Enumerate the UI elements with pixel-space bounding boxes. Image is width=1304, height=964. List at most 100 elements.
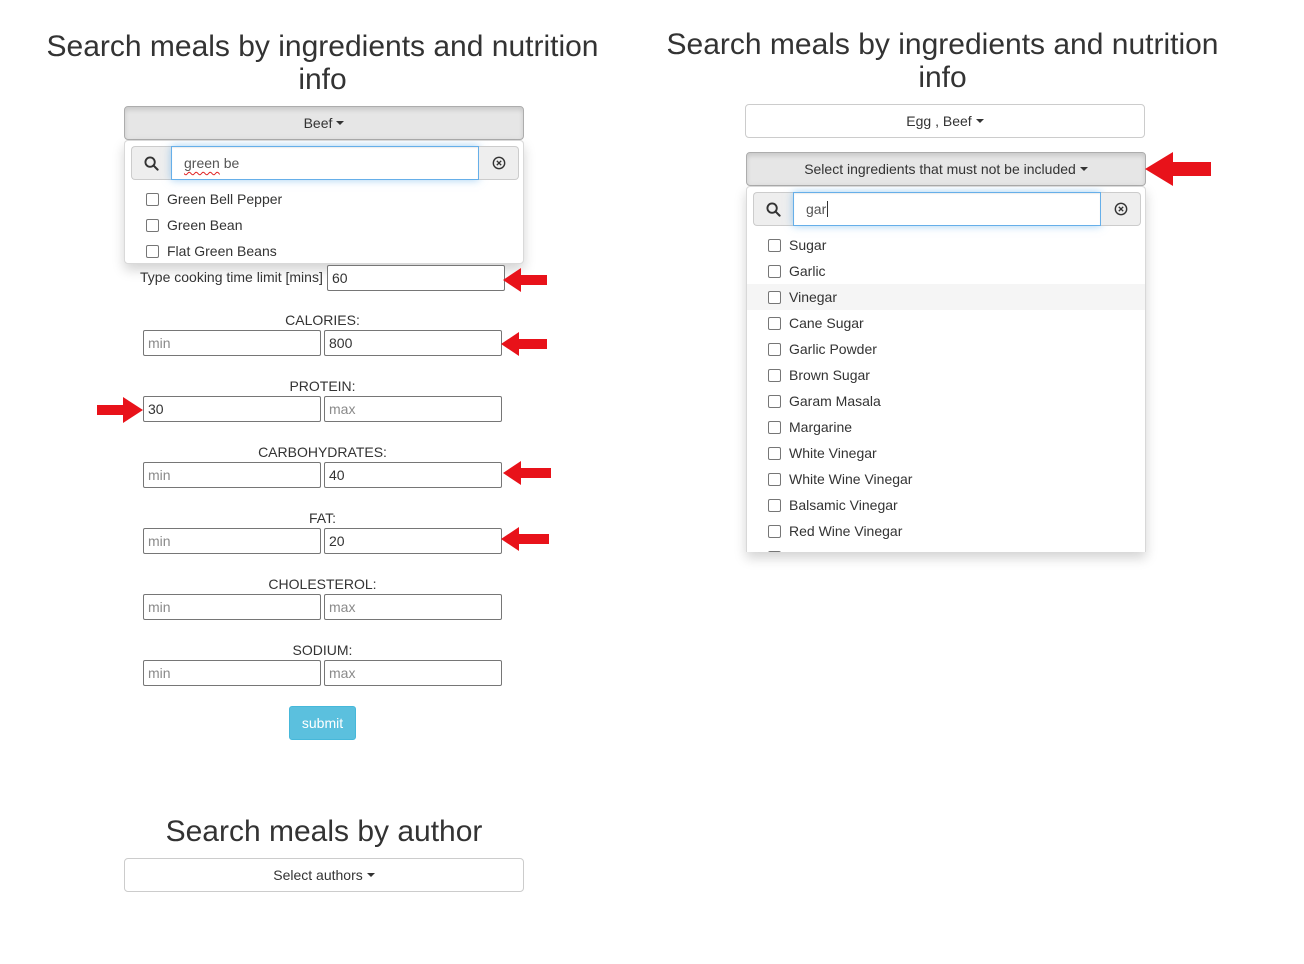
checkbox[interactable]: [768, 264, 781, 278]
ingredients-dropdown-button-right[interactable]: Egg , Beef: [745, 104, 1145, 138]
ingredients-button-label: Egg , Beef: [906, 113, 972, 129]
option-label: Cane Sugar: [789, 315, 864, 331]
list-item[interactable]: White Vinegar: [747, 440, 1145, 466]
option-label: White Wine Vinegar: [789, 471, 913, 487]
cholesterol-max-input[interactable]: [324, 594, 502, 620]
list-item[interactable]: Flat Green Beans: [125, 238, 523, 263]
checkbox[interactable]: [768, 316, 781, 330]
left-page-title: Search meals by ingredients and nutritio…: [46, 30, 599, 96]
list-item[interactable]: Red Wine Vinegar: [747, 518, 1145, 544]
list-item[interactable]: Sugar: [747, 232, 1145, 258]
exclude-ingredients-dropdown-menu: gar Sugar Garlic Vinegar Cane Sugar Garl…: [746, 186, 1146, 552]
clear-circle-icon[interactable]: [479, 146, 519, 180]
list-item[interactable]: Balsamic Vinegar: [747, 492, 1145, 518]
cooking-time-input[interactable]: [327, 265, 505, 291]
clear-circle-icon[interactable]: [1101, 192, 1141, 226]
red-arrow-icon: [503, 268, 547, 292]
option-label: Garam Masala: [789, 393, 881, 409]
list-item[interactable]: Margarine: [747, 414, 1145, 440]
calories-max-input[interactable]: [324, 330, 502, 356]
list-item[interactable]: Garlic Powder: [747, 336, 1145, 362]
sodium-min-input[interactable]: [143, 660, 321, 686]
search-text-rest: be: [219, 155, 240, 171]
checkbox[interactable]: [768, 290, 781, 304]
protein-min-input[interactable]: [143, 396, 321, 422]
option-label: Garlic: [789, 263, 826, 279]
cholesterol-label: CHOLESTEROL:: [268, 576, 377, 592]
caret-down-icon: [336, 121, 345, 125]
list-item[interactable]: Cane Sugar: [747, 310, 1145, 336]
ingredients-dropdown-button[interactable]: Beef: [124, 106, 524, 140]
caret-down-icon: [975, 119, 984, 123]
checkbox[interactable]: [768, 420, 781, 434]
option-label: Flat Green Beans: [167, 243, 277, 259]
author-section-title: Search meals by author: [165, 815, 483, 848]
fat-label: FAT:: [309, 510, 336, 526]
select-authors-button[interactable]: Select authors: [124, 858, 524, 892]
list-item[interactable]: Garlic: [747, 258, 1145, 284]
search-icon: [131, 146, 171, 180]
submit-button[interactable]: submit: [289, 706, 356, 740]
protein-max-input[interactable]: [324, 396, 502, 422]
protein-label: PROTEIN:: [289, 378, 356, 394]
list-item-highlighted[interactable]: Vinegar: [747, 284, 1145, 310]
list-item[interactable]: Garam Masala: [747, 388, 1145, 414]
list-item[interactable]: Brown Sugar: [747, 362, 1145, 388]
checkbox[interactable]: [768, 498, 781, 512]
checkbox[interactable]: [768, 550, 781, 552]
sodium-max-input[interactable]: [324, 660, 502, 686]
red-arrow-icon: [503, 461, 551, 485]
option-label: Balsamic Vinegar: [789, 497, 898, 513]
carbohydrates-min-input[interactable]: [143, 462, 321, 488]
checkbox[interactable]: [768, 472, 781, 486]
exclude-ingredients-label: Select ingredients that must not be incl…: [804, 161, 1076, 177]
checkbox[interactable]: [146, 244, 159, 258]
sodium-label: SODIUM:: [292, 642, 353, 658]
option-label: White Vinegar: [789, 445, 877, 461]
list-item[interactable]: Green Bell Pepper: [125, 186, 523, 212]
option-label: Brown Sugar: [789, 367, 870, 383]
option-label: Red Wine Vinegar: [789, 523, 903, 539]
checkbox[interactable]: [768, 368, 781, 382]
cooking-time-label: Type cooking time limit [mins]: [140, 269, 323, 285]
text-cursor: [827, 201, 829, 217]
fat-max-input[interactable]: [324, 528, 502, 554]
exclude-ingredients-button[interactable]: Select ingredients that must not be incl…: [746, 152, 1146, 186]
checkbox[interactable]: [768, 238, 781, 252]
list-item-partial[interactable]: [747, 544, 1145, 552]
search-icon: [753, 192, 793, 226]
option-label: Vinegar: [789, 289, 838, 305]
option-label: Green Bell Pepper: [167, 191, 283, 207]
red-arrow-icon: [501, 332, 547, 356]
caret-down-icon: [366, 873, 375, 877]
list-item[interactable]: Green Bean: [125, 212, 523, 238]
list-item[interactable]: White Wine Vinegar: [747, 466, 1145, 492]
search-text-misspelled: green: [184, 155, 220, 171]
option-label: Sugar: [789, 237, 827, 253]
fat-min-input[interactable]: [143, 528, 321, 554]
checkbox[interactable]: [146, 192, 159, 206]
right-page-title: Search meals by ingredients and nutritio…: [666, 28, 1219, 94]
red-arrow-icon: [1145, 152, 1211, 186]
checkbox[interactable]: [768, 446, 781, 460]
option-label: Margarine: [789, 419, 853, 435]
checkbox[interactable]: [768, 342, 781, 356]
carbohydrates-max-input[interactable]: [324, 462, 502, 488]
red-arrow-icon: [501, 527, 549, 551]
ingredient-search-input[interactable]: green be: [171, 146, 479, 180]
cholesterol-min-input[interactable]: [143, 594, 321, 620]
ingredients-dropdown-menu: green be Green Bell Pepper Green Bean Fl…: [124, 140, 524, 264]
ingredient-search-group: green be: [131, 146, 519, 180]
exclude-search-input[interactable]: gar: [793, 192, 1101, 226]
checkbox[interactable]: [768, 394, 781, 408]
exclude-search-group: gar: [753, 192, 1141, 226]
caret-down-icon: [1079, 167, 1088, 171]
calories-min-input[interactable]: [143, 330, 321, 356]
checkbox[interactable]: [146, 218, 159, 232]
red-arrow-icon: [97, 397, 143, 423]
option-label: Garlic Powder: [789, 341, 877, 357]
search-text: gar: [806, 201, 827, 217]
checkbox[interactable]: [768, 524, 781, 538]
carbohydrates-label: CARBOHYDRATES:: [258, 444, 387, 460]
calories-label: CALORIES:: [285, 312, 360, 328]
